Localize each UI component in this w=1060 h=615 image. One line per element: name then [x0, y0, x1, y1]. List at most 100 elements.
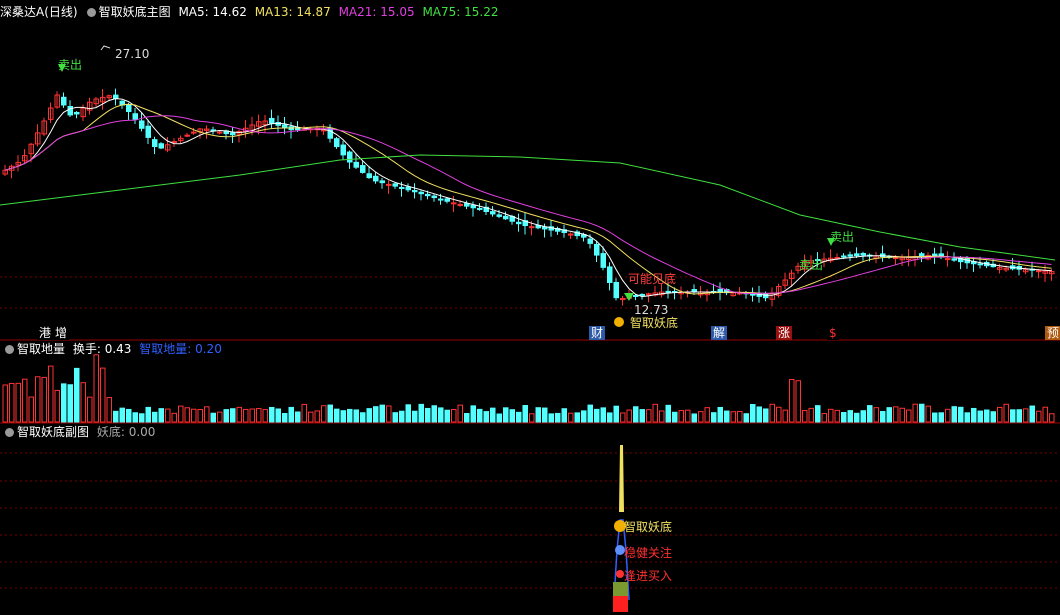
volume-bar	[906, 409, 912, 423]
volume-bar	[67, 384, 73, 423]
ma75-line	[0, 154, 1056, 261]
volume-bar	[522, 405, 528, 423]
yaodi-value: 妖底: 0.00	[96, 425, 156, 439]
volume-bar	[158, 408, 164, 423]
event-tag-rise[interactable]: 涨	[776, 326, 793, 340]
candle-body	[496, 214, 502, 217]
main-indicator-name[interactable]: 智取妖底主图	[99, 5, 171, 19]
volume-gear-icon[interactable]	[5, 345, 14, 354]
volume-bar	[35, 376, 41, 423]
volume-bar	[594, 408, 600, 423]
volume-bar	[782, 409, 788, 423]
stock-name[interactable]: 深桑达A	[0, 5, 44, 19]
volume-bar	[457, 404, 463, 423]
volume-bar	[282, 412, 288, 423]
volume-bar	[730, 411, 736, 423]
candle-body	[340, 144, 346, 156]
volume-bar	[750, 404, 756, 423]
volume-bar	[964, 412, 970, 423]
volume-bar	[243, 408, 249, 423]
candle-body	[977, 263, 983, 266]
volume-bar	[347, 408, 353, 423]
candle-body	[607, 266, 613, 283]
volume-bar	[360, 412, 366, 423]
volume-bar	[373, 406, 379, 423]
event-tag-increase[interactable]: 增	[53, 326, 70, 340]
event-tag-dollar[interactable]: $	[827, 326, 839, 340]
candle-body	[854, 253, 860, 257]
volume-bar	[834, 409, 840, 423]
volume-bar	[737, 410, 743, 423]
candle-body	[425, 193, 431, 197]
volume-bar	[795, 380, 801, 423]
volume-bar	[301, 403, 307, 423]
candle-body	[470, 204, 476, 209]
candle-body	[373, 175, 379, 182]
candle-body	[392, 183, 398, 187]
volume-bar	[620, 412, 626, 423]
volume-bar	[308, 411, 314, 423]
volume-bar	[444, 409, 450, 423]
volume-bar	[548, 413, 554, 423]
volume-bar	[646, 409, 652, 423]
volume-bar	[854, 412, 860, 423]
volume-bar	[490, 407, 496, 423]
volume-bar	[74, 367, 80, 423]
stock-chart-app[interactable]: 深桑达A(日线) 智取妖底主图 MA5: 14.62 MA13: 14.87 MA…	[0, 0, 1060, 615]
event-tag-hk[interactable]: 港	[37, 326, 54, 340]
sub-watch-label: 稳健关注	[624, 546, 673, 560]
volume-bar	[399, 410, 405, 423]
volume-bar	[867, 405, 873, 423]
sub-indicator-name[interactable]: 智取妖底副图	[17, 425, 89, 439]
settings-gear-icon[interactable]	[86, 8, 96, 17]
event-tag-forecast[interactable]: 预	[1045, 326, 1060, 340]
volume-bar	[938, 412, 944, 423]
event-tag-unlock[interactable]: 解	[711, 326, 728, 340]
volume-bar	[61, 383, 67, 423]
candle-body	[457, 204, 463, 206]
sub-gear-icon[interactable]	[5, 428, 14, 437]
sell-signal-label-2: 卖出	[830, 230, 855, 244]
volume-bar	[431, 405, 437, 423]
yaodi-signal-label: 智取妖底	[630, 316, 679, 330]
volume-bar	[386, 405, 392, 423]
volume-bar	[275, 408, 281, 423]
volume-indicator-name[interactable]: 智取地量	[17, 342, 65, 356]
volume-bar	[899, 407, 905, 423]
volume-bar	[392, 412, 398, 423]
volume-bar	[139, 413, 145, 423]
volume-bar	[1023, 408, 1029, 423]
ma5-value: MA5: 14.62	[178, 5, 247, 19]
volume-bar	[574, 412, 580, 423]
candle-body	[665, 290, 671, 293]
volume-bar	[743, 413, 749, 423]
candle-body	[529, 226, 535, 229]
volume-bar	[802, 410, 808, 423]
volume-bar	[288, 406, 294, 423]
chart-canvas[interactable]	[0, 0, 1060, 615]
candle-body	[834, 257, 840, 259]
sub-buy-label: 逢进买入	[624, 569, 673, 583]
volume-bar	[256, 408, 262, 423]
candle-body	[386, 183, 392, 186]
volume-bar	[269, 406, 275, 423]
candle-body	[74, 111, 80, 115]
volume-bar	[568, 412, 574, 423]
volume-bar	[2, 384, 8, 423]
volume-bar	[776, 406, 782, 423]
volume-bar	[165, 408, 171, 423]
volume-bar	[841, 412, 847, 423]
yaodi-bar	[613, 582, 628, 596]
candle-body	[412, 190, 418, 193]
volume-bar	[295, 411, 301, 423]
event-tag-finance[interactable]: 财	[589, 326, 606, 340]
volume-bar	[873, 407, 879, 423]
candle-body	[945, 258, 951, 261]
volume-bar	[379, 404, 385, 423]
candle-body	[919, 253, 925, 257]
candle-body	[587, 238, 593, 244]
volume-bar	[184, 407, 190, 423]
volume-bar	[126, 408, 132, 423]
volume-bar	[984, 409, 990, 423]
low-price-label: 12.73	[634, 303, 669, 317]
